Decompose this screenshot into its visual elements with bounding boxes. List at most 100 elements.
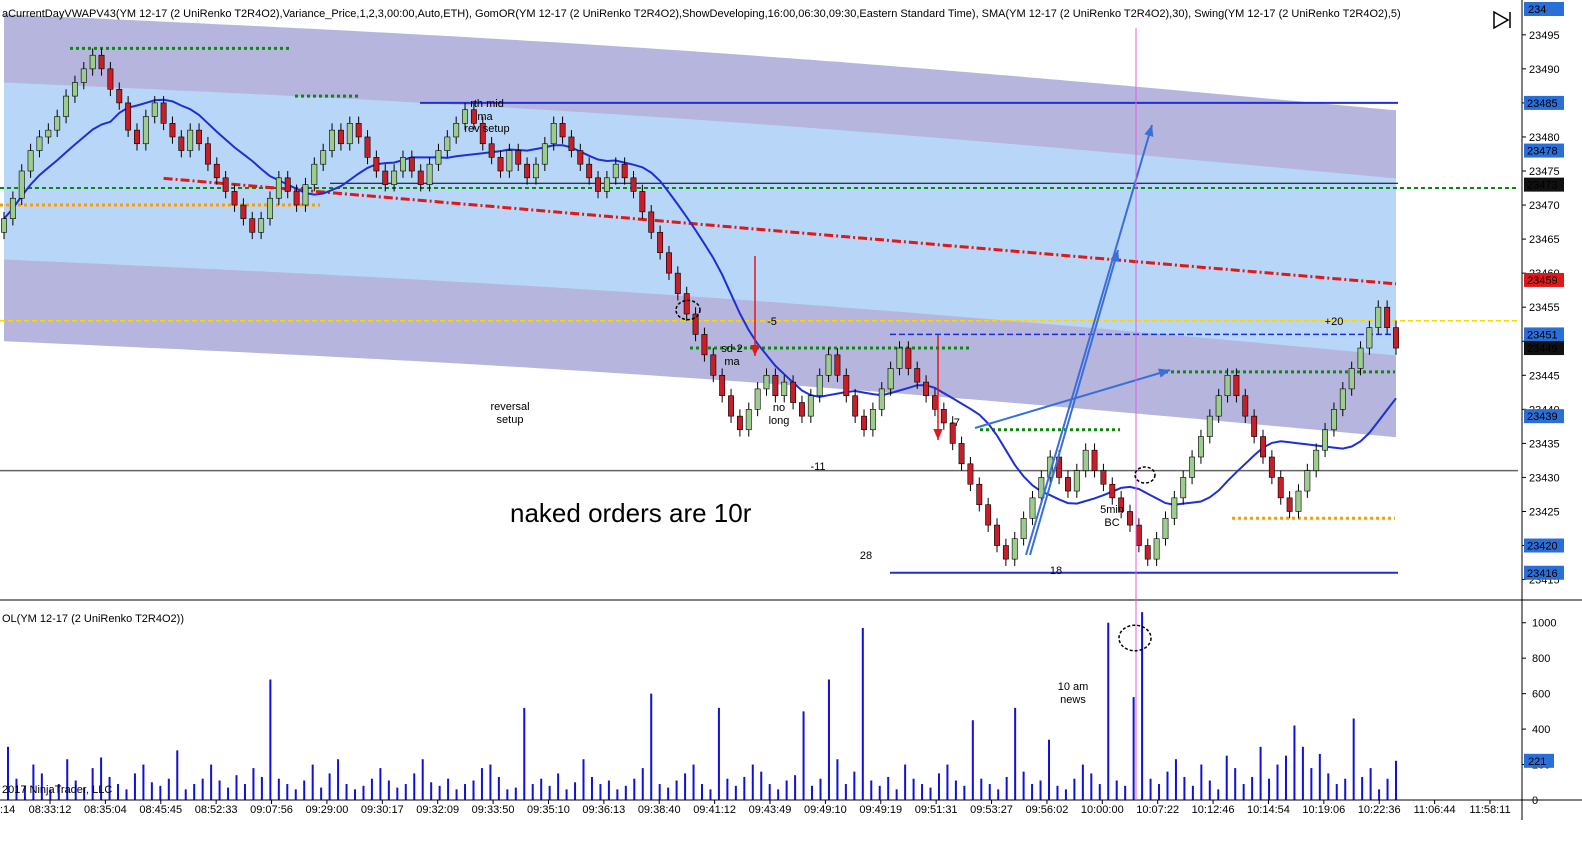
time-tick-label: 11:58:11 <box>1469 804 1510 816</box>
candle-down-body <box>169 123 176 138</box>
price-tick-label: 23470 <box>1529 200 1560 212</box>
candle-up-body <box>267 197 273 219</box>
price-tick-label: 23445 <box>1529 370 1560 382</box>
annotation-text: ma <box>724 356 740 368</box>
time-tick-label: 09:49:10 <box>804 804 847 816</box>
annotation-text: rth mid <box>470 98 504 110</box>
candle-up-body <box>329 129 335 151</box>
candle-down-body <box>284 177 291 192</box>
price-tick-label: 23435 <box>1529 438 1560 450</box>
price-badge-label: 23473 <box>1527 180 1558 192</box>
candle-down-body <box>577 150 584 165</box>
candle-down-body <box>958 443 965 465</box>
candle-down-body <box>293 191 300 206</box>
annotation-text: ma <box>477 111 493 123</box>
time-tick-label: 09:36:13 <box>582 804 625 816</box>
candle-down-body <box>985 504 992 526</box>
candle-up-body <box>1366 327 1373 349</box>
price-badge-label: 23459 <box>1527 275 1558 287</box>
time-tick-label: 10:22:36 <box>1358 804 1401 816</box>
candle-down-body <box>799 402 805 417</box>
candle-up-body <box>346 123 353 145</box>
candle-up-body <box>878 388 885 410</box>
candle-down-body <box>524 163 531 179</box>
candle-up-body <box>302 184 309 206</box>
candle-down-body <box>125 102 132 131</box>
candle-down-body <box>1233 374 1240 397</box>
candle-up-body <box>426 163 433 185</box>
candle-down-body <box>1242 395 1249 417</box>
candle-up-body <box>453 123 460 138</box>
candle-down-body <box>852 395 859 417</box>
candle-down-body <box>692 313 699 335</box>
annotation-text: 5min <box>1100 504 1124 516</box>
candle-down-body <box>1002 545 1009 560</box>
candle-up-body <box>1197 436 1204 458</box>
chart-window: 2341523420234252343023435234402344523450… <box>0 0 1582 840</box>
annotation-text: -5 <box>767 316 777 328</box>
time-tick-label: 09:30:17 <box>361 804 404 816</box>
time-tick-label: 09:38:40 <box>638 804 681 816</box>
candle-down-body <box>710 354 717 376</box>
time-tick-label: 09:51:31 <box>915 804 958 816</box>
candle-up-body <box>1348 368 1355 390</box>
candle-down-body <box>932 395 938 410</box>
time-tick-label: 10:00:00 <box>1081 804 1124 816</box>
time-tick-label: 09:53:27 <box>970 804 1013 816</box>
volume-tick-label: 400 <box>1532 724 1550 736</box>
volume-tick-label: 1000 <box>1532 618 1556 630</box>
volume-tick-label: 600 <box>1532 689 1550 701</box>
time-label-partial: :14 <box>0 804 15 816</box>
candle-down-body <box>674 272 681 294</box>
time-tick-label: 09:56:02 <box>1026 804 1069 816</box>
annotation-text: long <box>769 415 790 427</box>
candle-up-body <box>763 374 770 390</box>
chart-svg[interactable]: 2341523420234252343023435234402344523450… <box>0 0 1582 840</box>
candle-up-body <box>1189 456 1196 478</box>
price-badge-label: 23478 <box>1527 146 1558 158</box>
candle-down-body <box>408 157 415 172</box>
candle-up-body <box>1339 388 1346 410</box>
candle-down-body <box>736 415 743 431</box>
candle-up-body <box>89 54 96 70</box>
candle-up-body <box>400 157 406 172</box>
candle-down-body <box>1144 545 1151 560</box>
price-badge-label: 23420 <box>1527 541 1558 553</box>
candle-down-body <box>1260 436 1266 458</box>
candle-down-body <box>683 293 690 315</box>
candle-up-body <box>258 218 265 233</box>
candle-down-body <box>834 354 841 376</box>
candle-down-body <box>497 157 504 172</box>
price-tick-label: 23430 <box>1529 472 1560 484</box>
volume-tick-label: 800 <box>1532 653 1550 665</box>
candle-down-body <box>905 347 912 369</box>
candle-up-body <box>1171 497 1178 519</box>
annotation-text: reversal <box>490 401 529 413</box>
candle-up-body <box>71 82 78 97</box>
annotation-text: setup <box>497 414 524 426</box>
price-tick-label: 23480 <box>1529 132 1560 144</box>
candle-down-body <box>98 54 105 70</box>
candle-up-body <box>781 381 788 397</box>
candle-down-body <box>1100 470 1107 485</box>
annotation-text: no <box>773 402 785 414</box>
candle-down-body <box>1127 511 1133 526</box>
candle-up-body <box>1206 415 1213 437</box>
price-badge: 23420 <box>1524 538 1564 553</box>
time-tick-label: 09:07:56 <box>250 804 293 816</box>
candle-up-body <box>1357 347 1364 369</box>
candle-up-body <box>1162 517 1169 540</box>
candle-down-body <box>976 483 983 505</box>
annotation-text: sd-2 <box>721 343 742 355</box>
copyright-text: 2017 NinjaTrader, LLC <box>2 784 112 796</box>
candle-up-body <box>1375 306 1382 328</box>
annotation-text: +20 <box>1325 316 1344 328</box>
candle-down-body <box>1393 327 1399 349</box>
news-annotation: news <box>1060 694 1086 706</box>
candle-down-body <box>657 231 664 254</box>
volume-badge-label: 221 <box>1528 756 1546 768</box>
candle-up-body <box>54 116 61 131</box>
time-tick-label: 09:41:12 <box>693 804 736 816</box>
volume-panel-label: OL(YM 12-17 (2 UniRenko T2R4O2)) <box>2 613 184 625</box>
candle-down-body <box>178 136 185 151</box>
